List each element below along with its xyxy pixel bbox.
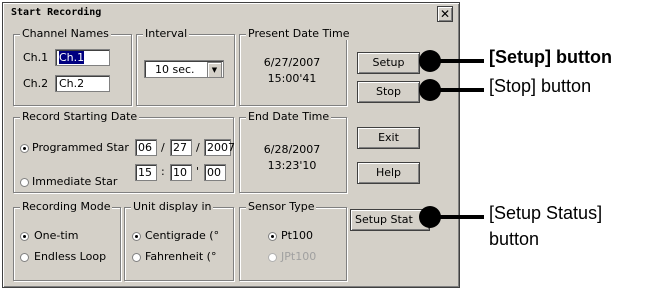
programmed-start-label: Programmed Star (32, 141, 129, 154)
present-time: 15:00'41 (267, 72, 317, 85)
time-separator-1: : (161, 165, 165, 178)
time-separator-2: ' (196, 165, 200, 178)
start-recording-dialog: Start Recording ✕ Channel Names Ch.1 Ch.… (2, 2, 460, 288)
exit-button[interactable]: Exit (357, 127, 420, 149)
fahrenheit-radio[interactable] (132, 253, 141, 262)
title-bar: Start Recording ✕ (5, 5, 457, 23)
ch1-name-input[interactable]: Ch.1 (55, 49, 110, 66)
one-time-radio[interactable] (20, 232, 29, 241)
fahrenheit-label: Fahrenheit (° (145, 250, 217, 263)
interval-value: 10 sec. (155, 63, 195, 76)
sensor-type-group: Sensor Type (239, 200, 347, 281)
one-time-label: One-tim (34, 229, 79, 242)
record-starting-date-legend: Record Starting Date (20, 110, 140, 123)
setup-status-callout-dot (419, 206, 441, 228)
stop-button[interactable]: Stop (357, 81, 420, 103)
help-button[interactable]: Help (357, 162, 420, 184)
setup-status-callout-text-line1: [Setup Status] (489, 203, 603, 223)
recording-mode-group: Recording Mode (13, 200, 121, 281)
interval-select[interactable]: 10 sec. ▼ (144, 60, 224, 78)
stop-callout-line (440, 88, 484, 92)
jpt100-label: JPt100 (281, 250, 317, 263)
present-date-time-legend: Present Date Time (246, 27, 352, 40)
ch1-name-value: Ch.1 (59, 51, 85, 64)
start-month-input[interactable]: 06 (135, 139, 157, 156)
unit-display-legend: Unit display in (131, 200, 214, 213)
channel-names-group: Channel Names (13, 27, 132, 106)
stop-callout-text: [Stop] button (489, 76, 592, 96)
interval-legend: Interval (143, 27, 190, 40)
setup-status-callout-line (440, 215, 484, 219)
end-date-time-legend: End Date Time (246, 110, 332, 123)
start-year-input[interactable]: 2007 (204, 139, 235, 156)
endless-loop-label: Endless Loop (34, 250, 107, 263)
setup-button[interactable]: Setup (357, 52, 420, 74)
recording-mode-legend: Recording Mode (20, 200, 113, 213)
date-separator-2: / (196, 141, 200, 154)
centigrade-label: Centigrade (° (145, 229, 220, 242)
immediate-start-radio[interactable] (20, 178, 29, 187)
immediate-start-label: Immediate Star (32, 175, 118, 188)
programmed-start-radio[interactable] (20, 144, 29, 153)
chevron-down-icon[interactable]: ▼ (207, 62, 222, 78)
present-date-time-group: Present Date Time (239, 27, 352, 106)
unit-display-group: Unit display in (124, 200, 234, 281)
pt100-label: Pt100 (281, 229, 313, 242)
ch1-label: Ch.1 (23, 51, 49, 64)
ch2-name-input[interactable]: Ch.2 (55, 75, 110, 92)
centigrade-radio[interactable] (132, 232, 141, 241)
pt100-radio[interactable] (268, 232, 277, 241)
start-second-input[interactable]: 00 (204, 164, 226, 181)
window-title: Start Recording (11, 7, 102, 18)
setup-callout-line (440, 59, 484, 63)
setup-callout-text: [Setup] button (489, 47, 612, 67)
setup-status-callout-text-line2: button (489, 229, 540, 249)
end-time: 13:23'10 (267, 159, 317, 172)
end-date: 6/28/2007 (263, 143, 321, 156)
endless-loop-radio[interactable] (20, 253, 29, 262)
start-day-input[interactable]: 27 (170, 139, 192, 156)
setup-status-button[interactable]: Setup Stat (350, 209, 430, 231)
start-minute-input[interactable]: 10 (170, 164, 192, 181)
setup-callout-dot (419, 50, 441, 72)
sensor-type-legend: Sensor Type (246, 200, 317, 213)
ch2-label: Ch.2 (23, 77, 49, 90)
channel-names-legend: Channel Names (20, 27, 111, 40)
close-icon[interactable]: ✕ (437, 6, 453, 22)
start-hour-input[interactable]: 15 (135, 164, 157, 181)
present-date: 6/27/2007 (263, 56, 321, 69)
date-separator-1: / (161, 141, 165, 154)
jpt100-radio (268, 253, 277, 262)
stop-callout-dot (419, 79, 441, 101)
